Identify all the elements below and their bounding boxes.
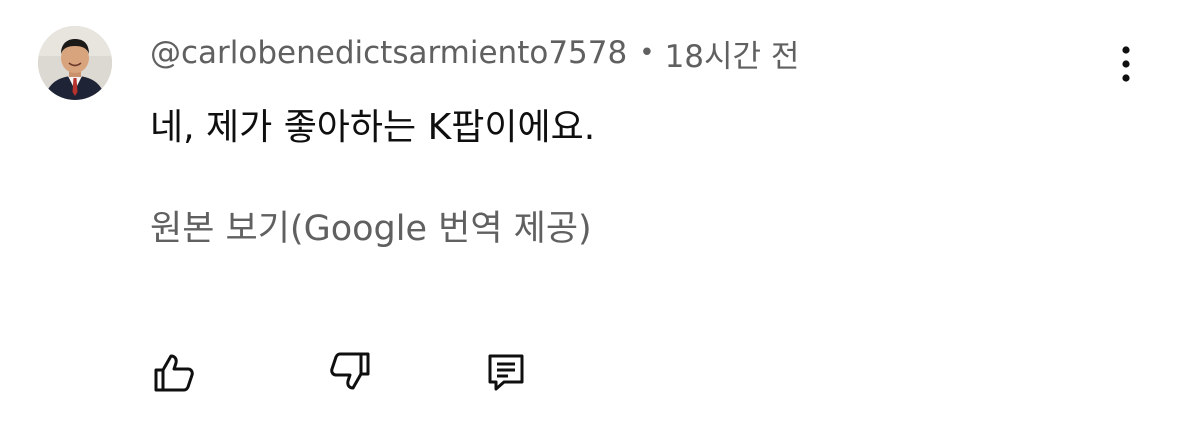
more-vert-icon xyxy=(1122,46,1130,82)
dislike-button[interactable] xyxy=(318,340,382,404)
see-original-link[interactable]: 원본 보기(Google 번역 제공) xyxy=(150,200,592,251)
author-name[interactable]: @carlobenedictsarmiento7578 xyxy=(150,35,627,71)
more-actions-button[interactable] xyxy=(1104,40,1148,88)
comment-item: @carlobenedictsarmiento7578 • 18시간 전 네, … xyxy=(0,0,1200,438)
avatar[interactable] xyxy=(38,26,112,100)
comment-header: @carlobenedictsarmiento7578 • 18시간 전 xyxy=(150,30,799,76)
like-button[interactable] xyxy=(142,340,206,404)
thumbs-down-icon xyxy=(330,352,370,390)
reply-button[interactable] xyxy=(474,340,538,404)
avatar-image xyxy=(38,26,112,100)
comment-icon xyxy=(488,354,524,391)
thumbs-up-icon xyxy=(154,354,194,392)
comment-text: 네, 제가 좋아하는 K팝이에요. xyxy=(150,107,596,148)
separator: • xyxy=(639,38,655,68)
timestamp[interactable]: 18시간 전 xyxy=(665,31,800,76)
